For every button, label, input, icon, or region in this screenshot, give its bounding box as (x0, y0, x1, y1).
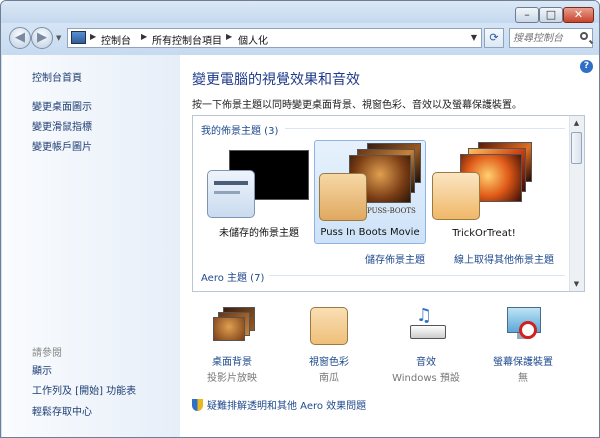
search-box[interactable] (509, 28, 593, 48)
sidebar-link-desktop-icons[interactable]: 變更桌面圖示 (32, 98, 92, 113)
desktop-background-option[interactable]: 桌面背景 投影片放映 (192, 301, 272, 384)
control-panel-icon (71, 31, 86, 44)
trick-color-swatch (432, 172, 480, 220)
sidebar-link-control-panel-home[interactable]: 控制台首頁 (32, 69, 82, 84)
desktop-background-link[interactable]: 桌面背景 (192, 353, 272, 368)
page-description: 按一下佈景主題以同時變更桌面背景、視窗色彩、音效以及螢幕保護裝置。 (192, 100, 522, 111)
breadcrumb-all-items[interactable]: 所有控制台項目 (152, 32, 222, 47)
close-button[interactable]: ✕ (563, 7, 594, 23)
theme-unsaved[interactable]: 未儲存的佈景主題 (203, 140, 315, 244)
address-bar[interactable]: ▶ 控制台 ▶ 所有控制台項目 ▶ 個人化 ▼ (67, 28, 482, 48)
group-divider (269, 275, 565, 276)
desktop-background-icon (213, 307, 257, 341)
help-icon[interactable]: ? (580, 60, 593, 73)
shield-icon (192, 399, 203, 411)
search-icon[interactable] (580, 32, 588, 40)
breadcrumb-separator-icon[interactable]: ▶ (141, 32, 147, 41)
get-more-themes-link[interactable]: 線上取得其他佈景主題 (454, 251, 554, 266)
desktop-background-value: 投影片放映 (207, 373, 257, 384)
sounds-icon: ♫ (408, 305, 448, 345)
window-color-value: 南瓜 (319, 373, 339, 384)
puss-color-swatch (319, 173, 367, 221)
screensaver-option[interactable]: 螢幕保護裝置 無 (483, 301, 563, 384)
title-bar: – □ ✕ (1, 1, 599, 23)
sidebar: 控制台首頁 變更桌面圖示 變更滑鼠指標 變更帳戶圖片 請參閱 顯示 工作列及 [… (2, 55, 180, 437)
breadcrumb-separator-icon[interactable]: ▶ (90, 32, 96, 41)
theme-list: 我的佈景主題 (3) 未儲存的佈景主題 PUSS-BOOTS Puss In B… (192, 115, 585, 292)
theme-trick-or-treat[interactable]: TrickOrTreat! (428, 140, 540, 244)
scroll-down-icon[interactable]: ▼ (570, 277, 583, 291)
sounds-link[interactable]: 音效 (386, 353, 466, 368)
address-dropdown-icon[interactable]: ▼ (471, 33, 477, 42)
save-theme-link[interactable]: 儲存佈景主題 (365, 251, 425, 266)
breadcrumb-control-panel[interactable]: 控制台 (101, 32, 131, 47)
theme-puss-in-boots[interactable]: PUSS-BOOTS Puss In Boots Movie (314, 140, 426, 244)
recent-pages-dropdown-icon[interactable]: ▼ (56, 34, 61, 42)
see-also-link-taskbar[interactable]: 工作列及 [開始] 功能表 (32, 382, 136, 397)
personalization-window: – □ ✕ ◀ ▶ ▼ ▶ 控制台 ▶ 所有控制台項目 ▶ 個人化 ▼ ⟳ 控制… (0, 0, 600, 438)
window-color-icon (310, 307, 348, 345)
search-input[interactable] (513, 31, 575, 45)
main-content: ? 變更電腦的視覺效果和音效 按一下佈景主題以同時變更桌面背景、視窗色彩、音效以… (180, 55, 599, 437)
troubleshoot-link-text[interactable]: 疑難排解透明和其他 Aero 效果問題 (207, 401, 366, 412)
my-themes-header[interactable]: 我的佈景主題 (3) (201, 122, 278, 137)
see-also-link-display[interactable]: 顯示 (32, 362, 52, 377)
scroll-thumb[interactable] (571, 132, 582, 164)
sidebar-link-account-picture[interactable]: 變更帳戶圖片 (32, 138, 92, 153)
theme-list-scrollbar[interactable]: ▲ ▼ (569, 116, 584, 291)
theme-name: TrickOrTreat! (452, 228, 516, 239)
screensaver-icon (505, 305, 545, 345)
back-button[interactable]: ◀ (9, 27, 31, 49)
see-also-heading: 請參閱 (32, 348, 62, 359)
page-title: 變更電腦的視覺效果和音效 (192, 72, 360, 88)
theme-name: 未儲存的佈景主題 (219, 228, 299, 239)
screensaver-link[interactable]: 螢幕保護裝置 (483, 353, 563, 368)
window-color-option[interactable]: 視窗色彩 南瓜 (289, 301, 369, 384)
navigation-bar: ◀ ▶ ▼ ▶ 控制台 ▶ 所有控制台項目 ▶ 個人化 ▼ ⟳ (1, 23, 599, 55)
puss-logo-text: PUSS-BOOTS (367, 207, 416, 215)
sidebar-link-mouse-pointers[interactable]: 變更滑鼠指標 (32, 118, 92, 133)
window-color-link[interactable]: 視窗色彩 (289, 353, 369, 368)
scroll-up-icon[interactable]: ▲ (570, 116, 583, 130)
troubleshoot-link[interactable]: 疑難排解透明和其他 Aero 效果問題 (192, 397, 366, 412)
minimize-button[interactable]: – (515, 7, 539, 23)
breadcrumb-separator-icon[interactable]: ▶ (226, 32, 232, 41)
sounds-value: Windows 預設 (392, 373, 460, 384)
screensaver-value: 無 (518, 373, 528, 384)
sounds-option[interactable]: ♫ 音效 Windows 預設 (386, 301, 466, 384)
aero-themes-header[interactable]: Aero 主題 (7) (201, 269, 264, 284)
breadcrumb-personalization[interactable]: 個人化 (238, 32, 268, 47)
maximize-button[interactable]: □ (539, 7, 563, 23)
unsaved-color-swatch (207, 170, 255, 218)
see-also-link-ease-of-access[interactable]: 輕鬆存取中心 (32, 403, 92, 418)
refresh-button[interactable]: ⟳ (484, 28, 504, 48)
group-divider (285, 128, 565, 129)
theme-name: Puss In Boots Movie (320, 227, 420, 238)
forward-button[interactable]: ▶ (31, 27, 53, 49)
